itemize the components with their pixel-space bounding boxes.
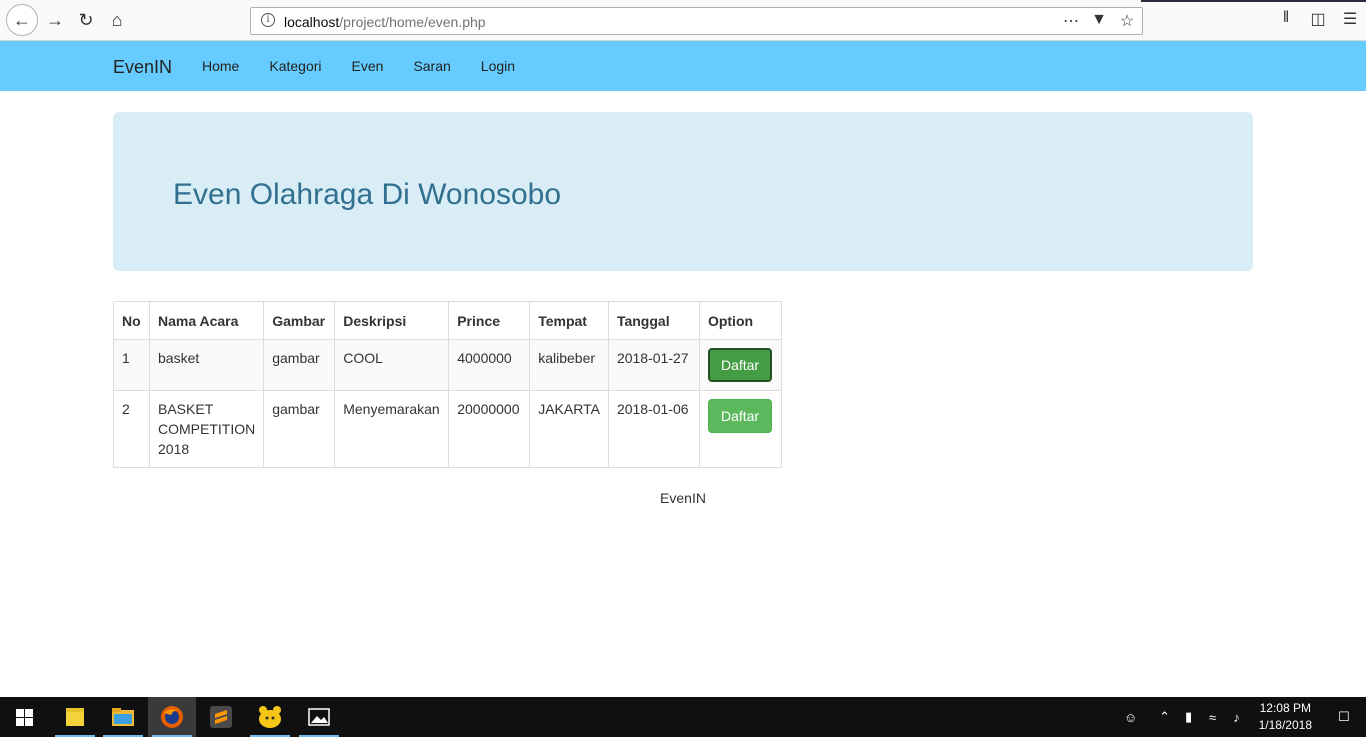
- cell-option: Daftar: [698, 339, 782, 391]
- cell-gambar: gambar: [263, 339, 336, 391]
- system-tray: ☺ ⌃ ▮ ≈ ♪ 12:08 PM 1/18/2018 ☐: [1119, 697, 1366, 737]
- header-deskripsi: Deskripsi: [334, 301, 450, 340]
- table-row: 2 BASKET COMPETITION 2018 gambar Menyema…: [113, 390, 782, 468]
- reload-icon[interactable]: ↻: [71, 5, 101, 35]
- nav-item-home[interactable]: Home: [187, 41, 254, 91]
- url-bar[interactable]: i localhost/project/home/even.php ⋯ ▼ ☆: [250, 7, 1143, 35]
- battery-icon[interactable]: ▮: [1177, 709, 1201, 725]
- navbar-brand[interactable]: EvenIN: [113, 57, 172, 78]
- daftar-button[interactable]: Daftar: [707, 399, 773, 433]
- jumbotron: Even Olahraga Di Wonosobo: [113, 112, 1253, 271]
- home-icon[interactable]: ⌂: [102, 5, 132, 35]
- events-table: No Nama Acara Gambar Deskripsi Prince Te…: [113, 301, 782, 468]
- cell-nama-acara: BASKET COMPETITION 2018: [148, 390, 265, 468]
- cell-tempat: JAKARTA: [529, 390, 609, 468]
- nav-item-saran[interactable]: Saran: [398, 41, 465, 91]
- cell-nama-acara: basket: [148, 339, 265, 391]
- window-accent-line: [1141, 0, 1366, 2]
- cell-tanggal: 2018-01-27: [607, 339, 700, 391]
- cell-option: Daftar: [698, 390, 782, 468]
- clock-time: 12:08 PM: [1259, 701, 1311, 715]
- pocket-icon[interactable]: ▼: [1090, 11, 1108, 31]
- cell-no: 1: [113, 339, 150, 391]
- photos-icon[interactable]: [295, 697, 343, 737]
- nav-item-kategori[interactable]: Kategori: [254, 41, 336, 91]
- back-icon[interactable]: ←: [6, 4, 38, 36]
- header-no: No: [113, 301, 150, 340]
- sublime-text-icon[interactable]: [197, 697, 245, 737]
- table-header-row: No Nama Acara Gambar Deskripsi Prince Te…: [113, 301, 782, 340]
- url-host: localhost: [284, 14, 340, 30]
- url-path: /project/home/even.php: [339, 14, 486, 30]
- site-info-icon[interactable]: i: [261, 13, 275, 27]
- show-hidden-icons-icon[interactable]: ⌃: [1153, 709, 1177, 725]
- cell-prince: 20000000: [448, 390, 531, 468]
- daftar-button[interactable]: Daftar: [707, 348, 773, 382]
- page-title: Even Olahraga Di Wonosobo: [173, 178, 562, 211]
- cell-no: 2: [113, 390, 150, 468]
- cell-tanggal: 2018-01-06: [607, 390, 700, 468]
- header-nama-acara: Nama Acara: [148, 301, 265, 340]
- header-prince: Prince: [448, 301, 531, 340]
- cell-deskripsi: COOL: [334, 339, 450, 391]
- taskbar: ☺ ⌃ ▮ ≈ ♪ 12:08 PM 1/18/2018 ☐: [0, 697, 1366, 737]
- browser-right-tools: ‖ ◫ ☰: [1278, 9, 1358, 29]
- sticky-notes-icon[interactable]: [51, 697, 99, 737]
- footer-text: EvenIN: [660, 490, 706, 506]
- header-gambar: Gambar: [263, 301, 336, 340]
- start-icon[interactable]: [0, 697, 48, 737]
- cell-deskripsi: Menyemarakan: [334, 390, 450, 468]
- header-tanggal: Tanggal: [607, 301, 700, 340]
- menu-icon[interactable]: ☰: [1342, 9, 1358, 29]
- library-icon[interactable]: ‖: [1278, 9, 1294, 29]
- nav-menu: Home Kategori Even Saran Login: [187, 41, 530, 91]
- clock-date: 1/18/2018: [1258, 718, 1312, 732]
- firefox-icon[interactable]: [148, 697, 196, 737]
- url-actions: ⋯ ▼ ☆: [1062, 11, 1136, 31]
- nav-item-even[interactable]: Even: [337, 41, 399, 91]
- cell-prince: 4000000: [448, 339, 531, 391]
- url-text[interactable]: localhost/project/home/even.php: [284, 14, 486, 30]
- table-row: 1 basket gambar COOL 4000000 kalibeber 2…: [113, 339, 782, 391]
- header-option: Option: [698, 301, 782, 340]
- wifi-icon[interactable]: ≈: [1201, 710, 1225, 725]
- clock[interactable]: 12:08 PM 1/18/2018: [1249, 700, 1322, 734]
- forward-icon[interactable]: →: [40, 5, 70, 35]
- cell-tempat: kalibeber: [529, 339, 609, 391]
- app-icon[interactable]: [246, 697, 294, 737]
- sidebar-icon[interactable]: ◫: [1310, 9, 1326, 29]
- volume-icon[interactable]: ♪: [1225, 710, 1249, 725]
- browser-toolbar: ← → ↻ ⌂ i localhost/project/home/even.ph…: [0, 0, 1366, 41]
- header-tempat: Tempat: [529, 301, 609, 340]
- nav-item-login[interactable]: Login: [466, 41, 530, 91]
- bookmark-star-icon[interactable]: ☆: [1118, 11, 1136, 31]
- page-actions-icon[interactable]: ⋯: [1062, 11, 1080, 31]
- file-explorer-icon[interactable]: [99, 697, 147, 737]
- people-icon[interactable]: ☺: [1119, 710, 1143, 725]
- notifications-icon[interactable]: ☐: [1322, 709, 1366, 725]
- cell-gambar: gambar: [263, 390, 336, 468]
- navbar: EvenIN Home Kategori Even Saran Login: [0, 41, 1366, 91]
